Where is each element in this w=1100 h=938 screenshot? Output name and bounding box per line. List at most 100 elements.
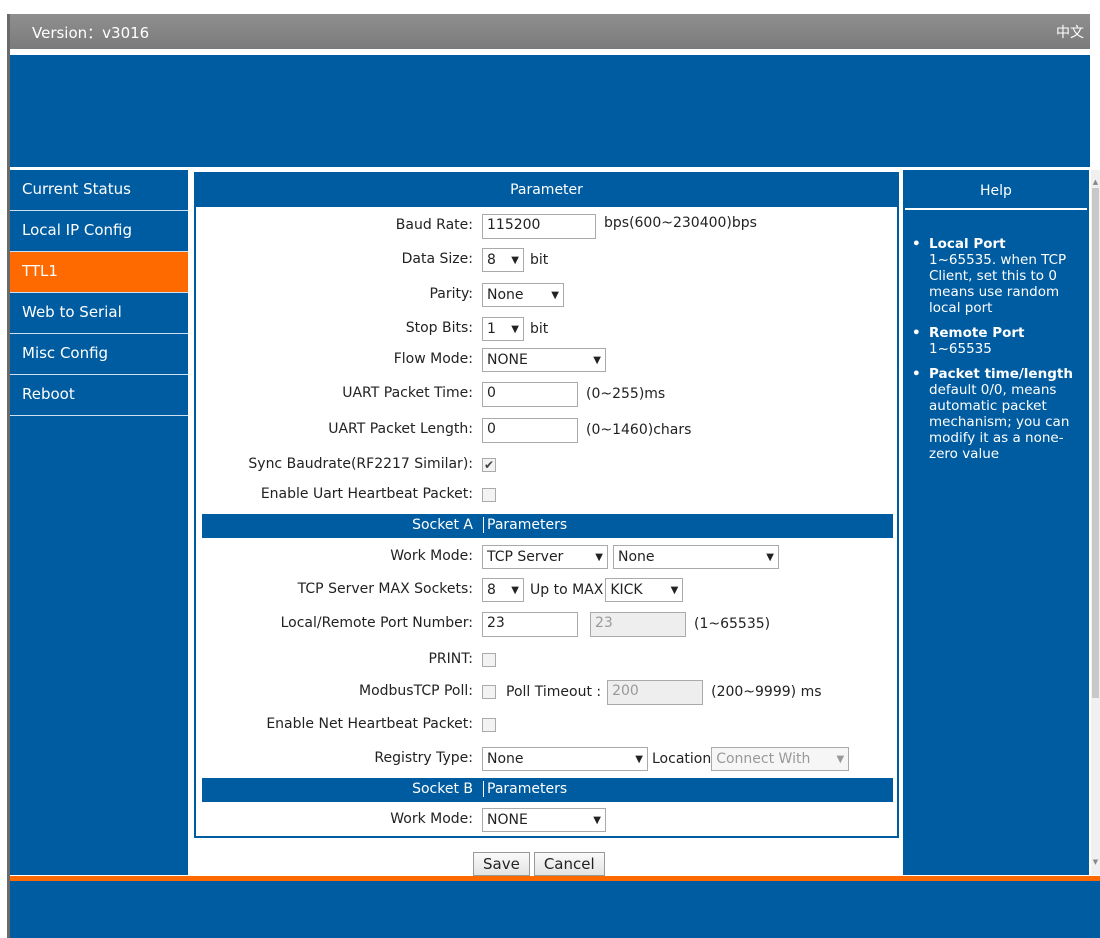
socket-a-header: Socket A Parameters: [202, 514, 893, 538]
parity-label: Parity:: [429, 286, 473, 302]
help-item-heading: Remote Port: [929, 325, 1025, 341]
help-title: Help: [905, 172, 1087, 210]
stop-bits-select[interactable]: 1 ▼: [482, 317, 524, 341]
data-size-label: Data Size:: [401, 251, 473, 267]
form-actions: Save Cancel: [473, 852, 605, 876]
help-item: Local Port1~65535. when TCP Client, set …: [911, 236, 1081, 316]
sidebar-item-reboot[interactable]: Reboot: [10, 375, 188, 416]
parity-value: None: [487, 287, 524, 303]
data-size-row: Data Size: 8 ▼ bit: [196, 246, 897, 274]
poll-timeout-hint: (200~9999) ms: [711, 684, 822, 700]
modbus-poll-label: ModbusTCP Poll:: [359, 683, 473, 699]
help-item-text: 1~65535. when TCP Client, set this to 0 …: [929, 252, 1067, 316]
baud-rate-label: Baud Rate:: [395, 217, 473, 233]
tcp-max-sockets-label: TCP Server MAX Sockets:: [297, 581, 473, 597]
sidebar-item-current-status[interactable]: Current Status: [10, 170, 188, 211]
poll-timeout-input[interactable]: 200: [607, 679, 704, 705]
registry-type-select[interactable]: None ▼: [482, 747, 648, 771]
socket-b-work-mode-select[interactable]: NONE ▼: [482, 808, 606, 832]
net-heartbeat-label: Enable Net Heartbeat Packet:: [266, 716, 473, 732]
flow-mode-select[interactable]: NONE ▼: [482, 348, 606, 372]
tcp-max-sockets-select[interactable]: 8 ▼: [482, 578, 524, 602]
help-item: Remote Port1~65535: [911, 325, 1081, 357]
socket-a-subtitle: Parameters: [483, 517, 567, 533]
baud-rate-row: Baud Rate: 115200 bps(600~230400)bps: [196, 212, 897, 240]
chevron-down-icon: ▼: [593, 354, 601, 366]
socket-b-subtitle: Parameters: [483, 781, 567, 797]
uart-packet-time-label: UART Packet Time:: [342, 385, 473, 401]
sidebar-item-local-ip-config[interactable]: Local IP Config: [10, 211, 188, 252]
scroll-down-icon[interactable]: ▼: [1091, 858, 1100, 866]
flow-mode-label: Flow Mode:: [393, 351, 473, 367]
footer-bar: [10, 881, 1100, 938]
port-range-hint: (1~65535): [694, 616, 771, 632]
uart-packet-length-input[interactable]: 0: [482, 417, 578, 443]
print-row: PRINT:: [196, 646, 897, 674]
chevron-down-icon: ▼: [511, 254, 519, 266]
socket-a-work-mode-row: Work Mode: TCP Server ▼ None ▼: [196, 543, 897, 571]
uart-packet-time-hint: (0~255)ms: [586, 386, 666, 402]
stop-bits-label: Stop Bits:: [405, 320, 473, 336]
modbus-poll-row: ModbusTCP Poll: Poll Timeout : 200 (200~…: [196, 678, 897, 706]
help-item-text: default 0/0, means automatic packet mech…: [929, 382, 1070, 462]
print-checkbox[interactable]: [482, 653, 496, 667]
parity-row: Parity: None ▼: [196, 281, 897, 309]
net-heartbeat-row: Enable Net Heartbeat Packet:: [196, 711, 897, 739]
help-item-text: 1~65535: [929, 341, 992, 357]
help-panel: Help Local Port1~65535. when TCP Client,…: [903, 170, 1089, 875]
uart-heartbeat-checkbox[interactable]: [482, 488, 496, 502]
flow-mode-value: NONE: [487, 352, 528, 368]
baud-rate-input[interactable]: 115200: [482, 213, 596, 239]
uart-heartbeat-label: Enable Uart Heartbeat Packet:: [260, 486, 473, 502]
data-size-select[interactable]: 8 ▼: [482, 248, 524, 272]
remote-port-input[interactable]: 23: [590, 611, 686, 637]
registry-type-row: Registry Type: None ▼ Location Connect Wi…: [196, 745, 897, 773]
uart-packet-time-row: UART Packet Time: 0 (0~255)ms: [196, 380, 897, 408]
chevron-down-icon: ▼: [595, 551, 603, 563]
sidebar-item-misc-config[interactable]: Misc Config: [10, 334, 188, 375]
modbus-poll-checkbox[interactable]: [482, 685, 496, 699]
page: Version：v3016 中文 Current Status Local IP…: [0, 0, 1100, 938]
uart-packet-length-label: UART Packet Length:: [328, 421, 473, 437]
help-list: Local Port1~65535. when TCP Client, set …: [911, 236, 1081, 471]
sidebar-item-web-to-serial[interactable]: Web to Serial: [10, 293, 188, 334]
scrollbar-thumb[interactable]: [1092, 188, 1099, 698]
uart-packet-time-input[interactable]: 0: [482, 381, 578, 407]
socket-b-work-mode-value: NONE: [487, 812, 528, 828]
max-action-select[interactable]: KICK ▼: [605, 578, 684, 602]
socket-b-title: Socket B: [412, 781, 473, 797]
net-heartbeat-checkbox[interactable]: [482, 718, 496, 732]
socket-a-work-mode-select[interactable]: TCP Server ▼: [482, 545, 608, 569]
socket-a-work-submode-select[interactable]: None ▼: [613, 545, 779, 569]
up-to-max-label: Up to MAX: [530, 582, 604, 598]
scroll-up-icon[interactable]: ▲: [1091, 178, 1100, 186]
flow-mode-row: Flow Mode: NONE ▼: [196, 346, 897, 374]
save-button[interactable]: Save: [473, 852, 530, 876]
help-item-heading: Local Port: [929, 236, 1006, 252]
location-select[interactable]: Connect With ▼: [711, 747, 850, 771]
sidebar-item-ttl1[interactable]: TTL1: [10, 252, 188, 293]
stop-bits-value: 1: [487, 321, 496, 337]
registry-type-value: None: [487, 751, 524, 767]
help-scrollbar[interactable]: ▲ ▼: [1091, 170, 1100, 875]
location-label: Location: [652, 751, 712, 767]
help-item-heading: Packet time/length: [929, 366, 1073, 382]
chevron-down-icon: ▼: [766, 551, 774, 563]
socket-b-work-mode-label: Work Mode:: [390, 811, 473, 827]
tcp-max-sockets-row: TCP Server MAX Sockets: 8 ▼ Up to MAX KIC…: [196, 576, 897, 604]
socket-a-work-mode-label: Work Mode:: [390, 548, 473, 564]
stop-bits-unit: bit: [530, 321, 549, 337]
print-label: PRINT:: [428, 651, 473, 667]
chevron-down-icon: ▼: [670, 584, 679, 596]
stop-bits-row: Stop Bits: 1 ▼ bit: [196, 315, 897, 343]
poll-timeout-label: Poll Timeout :: [506, 684, 602, 700]
sync-baudrate-checkbox[interactable]: ✔: [482, 458, 496, 472]
max-action-value: KICK: [610, 582, 643, 598]
language-switch-link[interactable]: 中文: [1056, 22, 1084, 42]
cancel-button[interactable]: Cancel: [533, 852, 605, 876]
parity-select[interactable]: None ▼: [482, 283, 564, 307]
location-value: Connect With: [716, 751, 811, 767]
local-port-input[interactable]: 23: [482, 611, 578, 637]
socket-a-title: Socket A: [412, 517, 473, 533]
socket-b-work-mode-row: Work Mode: NONE ▼: [196, 806, 897, 834]
